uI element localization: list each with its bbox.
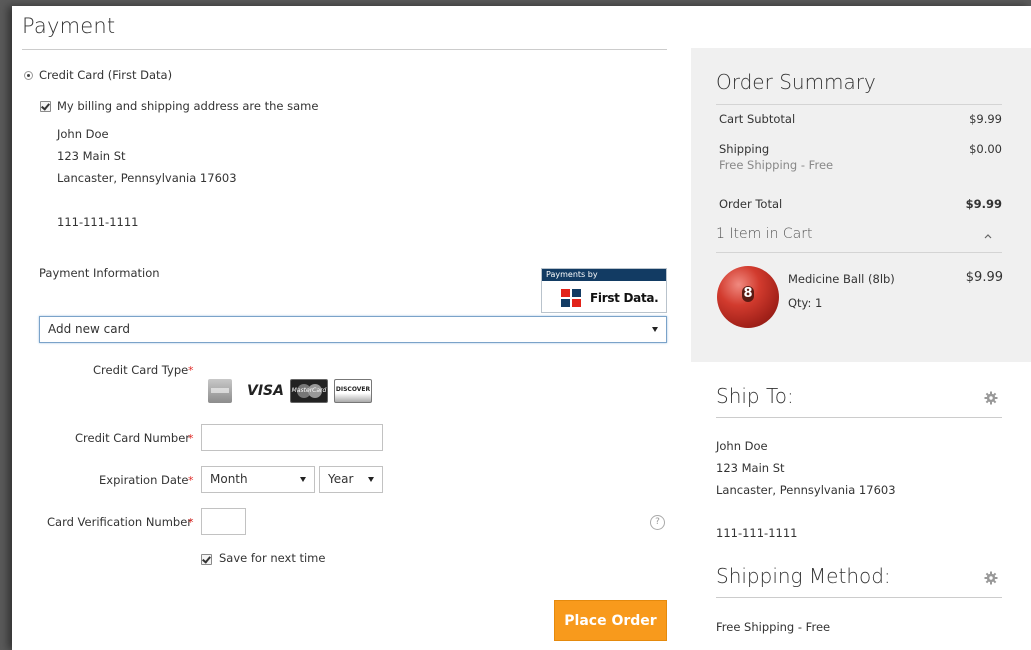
month-select-value: Month: [210, 472, 248, 486]
gear-icon[interactable]: [984, 571, 998, 585]
payment-info-label: Payment Information: [39, 266, 160, 280]
payment-method-label[interactable]: Credit Card (First Data): [39, 68, 172, 82]
order-summary-title: Order Summary: [716, 70, 876, 94]
payment-title: Payment: [22, 14, 116, 38]
summary-divider: [716, 104, 1002, 105]
card-number-label: Credit Card Number: [75, 431, 190, 445]
payment-method-radio[interactable]: [24, 71, 33, 80]
required-mark: *: [188, 516, 194, 529]
checkout-page: Payment Credit Card (First Data) My bill…: [12, 6, 1031, 650]
first-data-badge: Payments by First Data.: [541, 268, 667, 313]
help-icon[interactable]: ?: [650, 515, 665, 530]
month-select[interactable]: Month: [201, 466, 315, 493]
item-name: Medicine Ball (8lb): [788, 272, 895, 286]
save-card-checkbox[interactable]: [201, 554, 212, 565]
payment-divider: [22, 49, 667, 50]
mastercard-label: MasterCard: [291, 387, 327, 394]
chevron-up-icon[interactable]: [984, 234, 992, 239]
subtotal-value: $9.99: [969, 112, 1002, 126]
mastercard-card-icon[interactable]: MasterCard: [290, 379, 328, 403]
badge-brand: First Data.: [590, 291, 659, 305]
billing-city: Lancaster, Pennsylvania 17603: [57, 171, 237, 185]
card-type-label: Credit Card Type: [93, 363, 189, 377]
same-address-label[interactable]: My billing and shipping address are the …: [57, 99, 318, 113]
order-total-label: Order Total: [719, 197, 783, 211]
card-select-value: Add new card: [48, 322, 130, 336]
year-select-value: Year: [328, 472, 354, 486]
place-order-button[interactable]: Place Order: [554, 600, 667, 641]
item-price: $9.99: [965, 270, 1003, 285]
shipping-method-divider: [716, 597, 1002, 598]
item-qty: Qty: 1: [788, 296, 823, 310]
amex-card-icon[interactable]: [208, 379, 232, 403]
required-mark: *: [188, 364, 194, 377]
medicine-ball-thumbnail: 8: [717, 266, 779, 328]
gear-icon[interactable]: [984, 391, 998, 405]
ship-to-divider: [716, 417, 1002, 418]
badge-caption: Payments by: [542, 269, 666, 281]
billing-street: 123 Main St: [57, 149, 126, 163]
expiration-label: Expiration Date: [99, 473, 189, 487]
discover-card-icon[interactable]: DISCOVER: [334, 379, 372, 403]
items-divider: [716, 252, 1002, 253]
billing-phone: 111-111-1111: [57, 215, 139, 229]
save-card-label[interactable]: Save for next time: [219, 551, 325, 565]
items-in-cart-toggle[interactable]: 1 Item in Cart: [716, 226, 813, 242]
required-mark: *: [188, 474, 194, 487]
visa-card-icon[interactable]: VISA: [247, 379, 284, 403]
subtotal-label: Cart Subtotal: [719, 112, 796, 126]
first-data-logo-icon: [561, 289, 581, 307]
ball-number: 8: [742, 286, 754, 302]
order-total-value: $9.99: [965, 197, 1002, 211]
shipping-method-title: Shipping Method:: [716, 564, 891, 588]
card-number-input[interactable]: [201, 424, 383, 451]
year-select[interactable]: Year: [319, 466, 383, 493]
required-mark: *: [188, 432, 194, 445]
shipping-method-note: Free Shipping - Free: [719, 158, 834, 172]
cvv-label: Card Verification Number: [47, 515, 193, 529]
ship-to-city: Lancaster, Pennsylvania 17603: [716, 483, 896, 497]
cvv-input[interactable]: [201, 508, 246, 535]
chevron-down-icon: [368, 477, 374, 482]
ship-to-street: 123 Main St: [716, 461, 785, 475]
same-address-checkbox[interactable]: [40, 101, 51, 112]
shipping-value: $0.00: [969, 142, 1002, 156]
ship-to-name: John Doe: [716, 439, 768, 453]
chevron-down-icon: [300, 477, 306, 482]
ship-to-title: Ship To:: [716, 384, 794, 408]
chevron-down-icon: [652, 327, 658, 332]
shipping-label: Shipping: [719, 142, 770, 156]
card-select[interactable]: Add new card: [39, 316, 667, 343]
billing-name: John Doe: [57, 127, 109, 141]
ship-to-phone: 111-111-1111: [716, 526, 798, 540]
shipping-method-value: Free Shipping - Free: [716, 620, 831, 634]
